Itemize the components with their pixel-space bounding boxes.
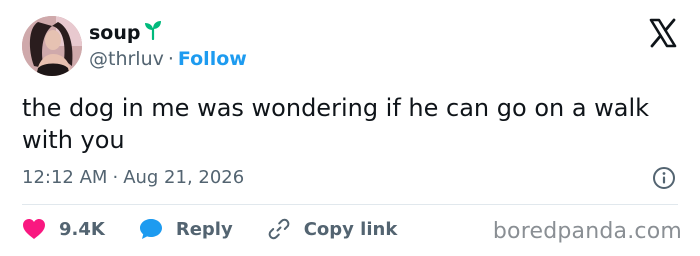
link-icon — [268, 218, 290, 240]
handle-row: @thrluv · Follow — [89, 47, 247, 71]
reply-button[interactable]: Reply — [139, 218, 233, 240]
separator-dot: · — [112, 167, 119, 188]
timestamp[interactable]: 12:12 AM · Aug 21, 2026 — [22, 166, 244, 190]
divider — [22, 204, 678, 205]
avatar[interactable] — [22, 16, 82, 76]
user-handle[interactable]: @thrluv — [89, 48, 164, 70]
tweet-card: soup @thrluv · Follow the dog in me was wo… — [0, 0, 700, 256]
heart-icon — [23, 219, 45, 239]
tweet-time: 12:12 AM — [22, 167, 108, 188]
tweet-text: the dog in me was wondering if he can go… — [22, 94, 650, 154]
copy-link-label: Copy link — [303, 218, 398, 240]
speech-bubble-icon — [139, 219, 162, 239]
separator-dot: · — [167, 48, 174, 70]
display-name-text: soup — [89, 22, 141, 44]
like-button[interactable]: 9.4K — [22, 218, 105, 240]
copy-link-button[interactable]: Copy link — [267, 217, 398, 241]
display-name[interactable]: soup — [89, 20, 162, 46]
like-count: 9.4K — [59, 218, 105, 240]
sprout-icon — [144, 20, 162, 46]
watermark: boredpanda.com — [492, 219, 682, 244]
follow-button[interactable]: Follow — [178, 48, 247, 70]
tweet-date: Aug 21, 2026 — [123, 167, 245, 188]
action-bar: 9.4K Reply Copy link — [22, 214, 431, 244]
reply-label: Reply — [175, 218, 233, 240]
x-logo-icon[interactable] — [648, 18, 678, 48]
info-icon[interactable] — [652, 166, 676, 190]
